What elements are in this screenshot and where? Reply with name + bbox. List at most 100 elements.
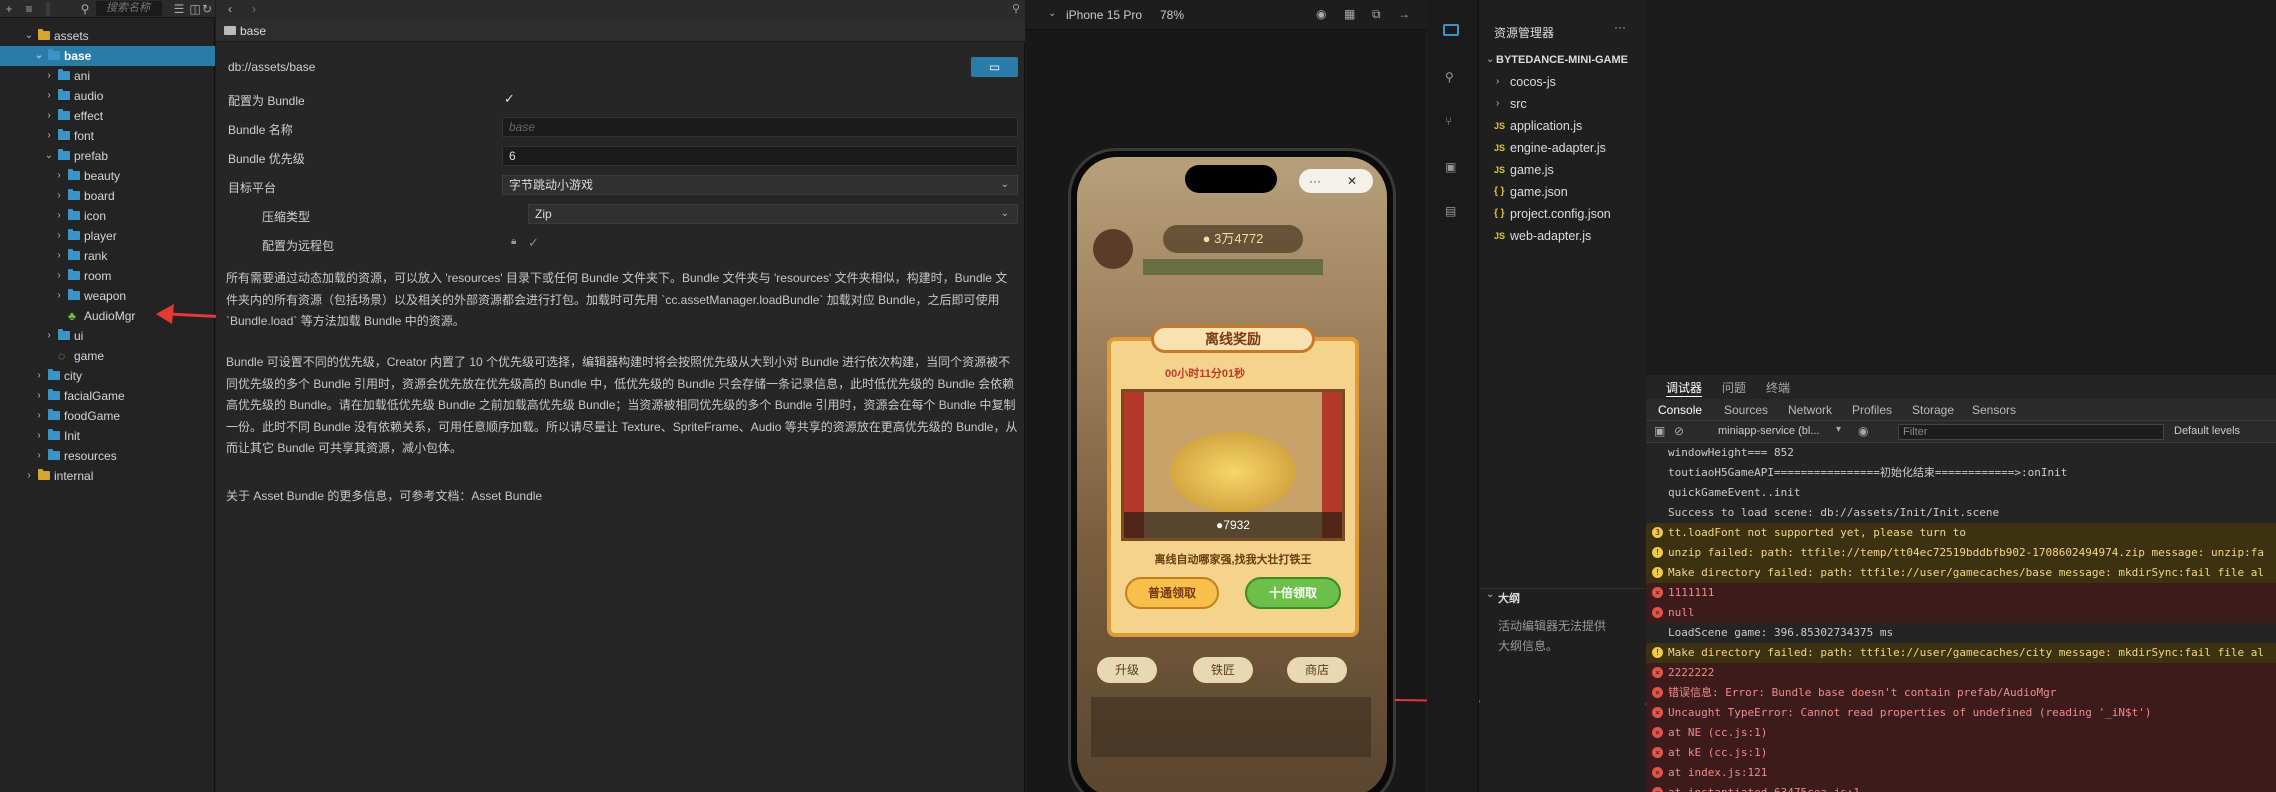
avatar[interactable] bbox=[1093, 229, 1133, 269]
compression-select[interactable]: Zip ⌄ bbox=[528, 204, 1018, 224]
chevron-right-icon[interactable]: › bbox=[54, 186, 64, 206]
tree-item-assets[interactable]: ⌄ assets bbox=[0, 26, 215, 46]
console-error-row[interactable]: ✕ 错误信息: Error: Bundle base doesn't contai… bbox=[1646, 683, 2276, 703]
chevron-down-icon[interactable]: ⌄ bbox=[1486, 589, 1494, 600]
tree-item-icon[interactable]: › icon bbox=[0, 206, 215, 226]
levels-select[interactable]: Default levels bbox=[2174, 425, 2240, 437]
game-screen[interactable]: ··· ✕ ● 3万4772 离线奖励 00小时11分01秒 ●7932 离线自… bbox=[1077, 157, 1387, 792]
console-warning-row[interactable]: ! Make directory failed: path: ttfile://u… bbox=[1646, 643, 2276, 663]
chevron-down-icon[interactable]: ⌄ bbox=[1048, 8, 1056, 19]
tab-problems[interactable]: 问题 bbox=[1722, 379, 1746, 396]
console-error-row[interactable]: ✕ 2222222 bbox=[1646, 663, 2276, 683]
sort-icon[interactable]: ≡ bbox=[22, 0, 36, 18]
close-button[interactable]: ✕ bbox=[1347, 169, 1357, 193]
more-button[interactable]: ··· bbox=[1309, 169, 1321, 193]
chevron-down-icon[interactable]: ⌄ bbox=[44, 146, 54, 166]
chevron-right-icon[interactable]: › bbox=[24, 466, 34, 486]
tree-item-audio[interactable]: › audio bbox=[0, 86, 215, 106]
tab-storage[interactable]: Storage bbox=[1912, 403, 1954, 417]
console-error-row[interactable]: ✕ at instantiated-63475cea.js:1 bbox=[1646, 783, 2276, 792]
tab-network[interactable]: Network bbox=[1788, 403, 1832, 417]
eye-icon[interactable]: ◉ bbox=[1858, 424, 1868, 438]
console-warning-row[interactable]: ! unzip failed: path: ttfile://temp/tt04e… bbox=[1646, 543, 2276, 563]
tab-console[interactable]: Console bbox=[1658, 403, 1702, 417]
chevron-right-icon[interactable]: › bbox=[54, 266, 64, 286]
console-log-row[interactable]: windowHeight=== 852 bbox=[1646, 443, 2276, 463]
chevron-down-icon[interactable]: ⌄ bbox=[34, 46, 44, 66]
console-log-row[interactable]: LoadScene game: 396.85302734375 ms bbox=[1646, 623, 2276, 643]
record-icon[interactable]: ◉ bbox=[1316, 7, 1326, 21]
zoom-select[interactable]: 78% bbox=[1160, 8, 1184, 22]
chevron-right-icon[interactable]: › bbox=[34, 406, 44, 426]
chevron-right-icon[interactable]: › bbox=[44, 126, 54, 146]
explorer-icon[interactable] bbox=[1443, 24, 1459, 36]
normal-claim-button[interactable]: 普通领取 bbox=[1125, 577, 1219, 609]
explorer-item[interactable]: JS application.js bbox=[1480, 115, 1645, 137]
console-warning-row[interactable]: 3 tt.loadFont not supported yet, please t… bbox=[1646, 523, 2276, 543]
tree-item-ani[interactable]: › ani bbox=[0, 66, 215, 86]
tree-item-resources[interactable]: › resources bbox=[0, 446, 215, 466]
tab-profiles[interactable]: Profiles bbox=[1852, 403, 1892, 417]
chevron-right-icon[interactable]: › bbox=[54, 226, 64, 246]
console-log-row[interactable]: toutiaoH5GameAPI================初始化结束===… bbox=[1646, 463, 2276, 483]
game-button[interactable]: 升级 bbox=[1097, 657, 1157, 683]
open-folder-button[interactable]: ▭ bbox=[971, 57, 1018, 77]
tree-item-player[interactable]: › player bbox=[0, 226, 215, 246]
chevron-right-icon[interactable]: › bbox=[44, 66, 54, 86]
tree-item-city[interactable]: › city bbox=[0, 366, 215, 386]
console-error-row[interactable]: ✕ at NE (cc.js:1) bbox=[1646, 723, 2276, 743]
chevron-right-icon[interactable]: › bbox=[44, 326, 54, 346]
tree-item-internal[interactable]: › internal bbox=[0, 466, 215, 486]
bundle-name-input[interactable]: base bbox=[502, 117, 1018, 137]
chevron-right-icon[interactable]: › bbox=[34, 386, 44, 406]
sidebar-toggle-icon[interactable]: ▣ bbox=[1654, 424, 1665, 438]
chevron-right-icon[interactable]: › bbox=[44, 106, 54, 126]
console-error-row[interactable]: ✕ Uncaught TypeError: Cannot read propert… bbox=[1646, 703, 2276, 723]
chevron-right-icon[interactable]: › bbox=[34, 426, 44, 446]
add-icon[interactable]: + bbox=[2, 0, 16, 18]
tab-debugger[interactable]: 调试器 bbox=[1666, 379, 1703, 397]
grid-icon[interactable]: ▦ bbox=[1344, 7, 1355, 21]
tree-item-room[interactable]: › room bbox=[0, 266, 215, 286]
chevron-right-icon[interactable]: › bbox=[34, 366, 44, 386]
chevron-right-icon[interactable]: › bbox=[44, 86, 54, 106]
tree-item-font[interactable]: › font bbox=[0, 126, 215, 146]
tree-item-facialgame[interactable]: › facialGame bbox=[0, 386, 215, 406]
back-icon[interactable]: ‹ bbox=[228, 2, 232, 16]
game-button[interactable]: 铁匠 bbox=[1193, 657, 1253, 683]
source-control-icon[interactable]: ⑂ bbox=[1445, 114, 1452, 128]
miniapp-capsule[interactable]: ··· ✕ bbox=[1299, 169, 1373, 193]
game-button[interactable]: 商店 bbox=[1287, 657, 1347, 683]
explorer-item[interactable]: { } game.json bbox=[1480, 181, 1645, 203]
popout-icon[interactable]: ⧉ bbox=[1372, 7, 1381, 22]
bundle-priority-input[interactable]: 6 bbox=[502, 146, 1018, 166]
explorer-item[interactable]: JS web-adapter.js bbox=[1480, 225, 1645, 247]
console-warning-row[interactable]: ! Make directory failed: path: ttfile://u… bbox=[1646, 563, 2276, 583]
refresh-icon[interactable]: ↻ bbox=[200, 0, 214, 18]
target-platform-select[interactable]: 字节跳动小游戏 ⌄ bbox=[502, 175, 1018, 195]
tree-item-game[interactable]: ◌ game bbox=[0, 346, 215, 366]
context-select[interactable]: miniapp-service (bl... bbox=[1718, 425, 1819, 437]
console-error-row[interactable]: ✕ at index.js:121 bbox=[1646, 763, 2276, 783]
tab-terminal[interactable]: 终端 bbox=[1766, 379, 1790, 396]
console-log-row[interactable]: Success to load scene: db://assets/Init/… bbox=[1646, 503, 2276, 523]
asset-search-input[interactable]: 搜索名称 bbox=[96, 1, 162, 16]
forward-arrow-icon[interactable]: → bbox=[1398, 7, 1410, 21]
remote-checkbox[interactable]: ✓ bbox=[528, 235, 539, 251]
extensions-icon[interactable]: ▣ bbox=[1445, 160, 1456, 174]
search-icon[interactable]: ⚲ bbox=[1445, 70, 1454, 84]
tree-item-rank[interactable]: › rank bbox=[0, 246, 215, 266]
config-bundle-checkbox[interactable]: ✓ bbox=[504, 91, 515, 107]
explorer-item[interactable]: › cocos-js bbox=[1480, 71, 1645, 93]
chevron-down-icon[interactable]: ⌄ bbox=[24, 26, 34, 46]
explorer-item[interactable]: JS engine-adapter.js bbox=[1480, 137, 1645, 159]
tree-item-board[interactable]: › board bbox=[0, 186, 215, 206]
chevron-right-icon[interactable]: › bbox=[34, 446, 44, 466]
console-error-row[interactable]: ✕ 1111111 bbox=[1646, 583, 2276, 603]
tree-item-foodgame[interactable]: › foodGame bbox=[0, 406, 215, 426]
search-icon[interactable]: ⚲ bbox=[78, 0, 92, 18]
pin-icon[interactable]: ⚲ bbox=[1012, 2, 1020, 15]
collapse-icon[interactable]: ☰ bbox=[172, 0, 186, 18]
tab-sensors[interactable]: Sensors bbox=[1972, 403, 2016, 417]
console-error-row[interactable]: ✕ at kE (cc.js:1) bbox=[1646, 743, 2276, 763]
